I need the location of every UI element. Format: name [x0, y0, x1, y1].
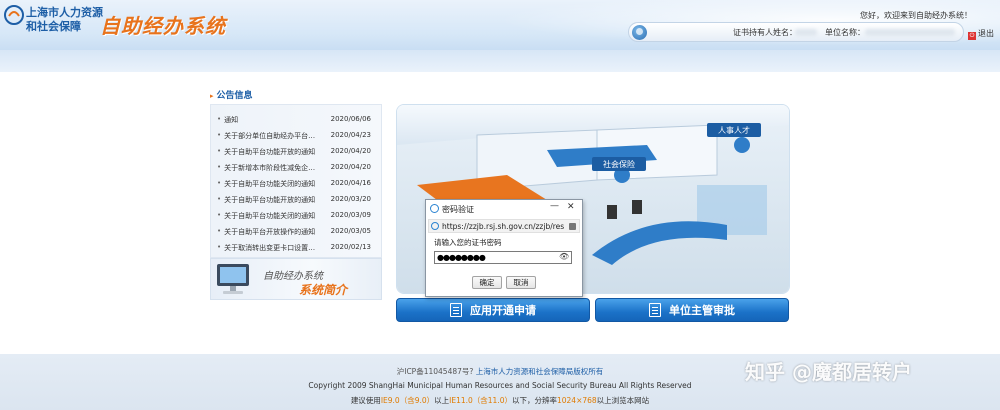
show-password-eye-icon[interactable]: 👁: [559, 252, 569, 261]
close-icon[interactable]: ✕: [567, 202, 575, 212]
notice-date: 2020/04/20: [330, 163, 371, 171]
minimize-icon[interactable]: —: [550, 201, 559, 211]
notice-item[interactable]: • 关于自助平台功能关闭的通知 2020/04/16: [217, 179, 379, 195]
user-icon: [632, 25, 647, 40]
notice-item[interactable]: • 关于自助平台功能关闭的通知 2020/03/09: [217, 211, 379, 227]
notice-date: 2020/04/23: [330, 131, 371, 139]
zhihu-watermark: 知乎 @魔都居转户: [745, 360, 912, 384]
icp-link[interactable]: 沪ICP备11045487号?: [397, 367, 474, 376]
logout-icon: ⏻: [968, 32, 976, 40]
notice-title: 关于自助平台功能关闭的通知: [224, 180, 316, 188]
notice-item[interactable]: • 关于自助平台开放操作的通知 2020/03/05: [217, 227, 379, 243]
document-icon: [450, 303, 462, 317]
password-verification-dialog: 密码验证 — ✕ https://zzjb.rsj.sh.gov.cn/zzjb…: [425, 199, 583, 297]
notice-title: 关于自助平台功能开放的通知: [224, 196, 316, 204]
bullet-icon: •: [217, 147, 222, 155]
dialog-title: 密码验证: [442, 205, 474, 214]
user-info-bar: 证书持有人姓名： 单位名称：: [628, 22, 964, 42]
notice-item[interactable]: • 关于自助平台功能开放的通知 2020/04/20: [217, 147, 379, 163]
notice-date: 2020/03/05: [330, 227, 371, 235]
welcome-text: 您好，欢迎来到自助经办系统！: [860, 11, 972, 20]
notice-item[interactable]: • 关于部分单位自助经办平台… 2020/04/23: [217, 131, 379, 147]
notice-item[interactable]: • 关于取消转出变更卡口设置… 2020/02/13: [217, 243, 379, 259]
bullet-icon: •: [217, 195, 222, 203]
advice-mid2: 以下，分辨率: [511, 396, 557, 405]
bullet-icon: •: [217, 179, 222, 187]
org-name-line1: 上海市人力资源: [26, 6, 103, 19]
bullet-icon: •: [217, 115, 222, 123]
document-icon: [649, 303, 661, 317]
notice-date: 2020/06/06: [330, 115, 371, 123]
browser-icon: [431, 222, 439, 230]
bullet-icon: •: [217, 131, 222, 139]
notice-date: 2020/02/13: [330, 243, 371, 251]
intro-line1: 自助经办系统: [263, 271, 323, 282]
notice-item[interactable]: • 通知 2020/06/06: [217, 115, 379, 131]
cancel-button[interactable]: 取消: [506, 276, 536, 289]
bureau-logo-icon: [4, 5, 24, 25]
ok-button[interactable]: 确定: [472, 276, 502, 289]
advice-ie11: IE11.0（含11.0）: [449, 396, 512, 405]
advice-ie9: IE9.0（含9.0）: [380, 396, 435, 405]
notice-heading: ▸ 公告信息: [210, 88, 253, 101]
advice-prefix: 建议使用: [350, 396, 381, 405]
bullet-icon: •: [217, 227, 222, 235]
advice-mid1: 以上: [434, 396, 450, 405]
dialog-title-bar[interactable]: 密码验证 — ✕: [426, 200, 582, 218]
dialog-url: https://zzjb.rsj.sh.gov.cn/zzjb/res: [442, 222, 565, 231]
certificate-password-field[interactable]: ●●●●●●●●: [434, 251, 572, 264]
monitor-icon: [217, 264, 249, 294]
header-bar: 上海市人力资源 和社会保障 自助经办系统 您好，欢迎来到自助经办系统！ 证书持有…: [0, 0, 1000, 50]
system-intro-banner[interactable]: 自助经办系统 系统简介: [210, 258, 382, 300]
advice-suffix: 以上浏览本网站: [596, 396, 650, 405]
notice-title: 关于新增本市阶段性减免企…: [224, 164, 316, 172]
notice-date: 2020/03/09: [330, 211, 371, 219]
copyright-owner: 上海市人力资源和社会保障局版权所有: [475, 367, 604, 376]
bullet-icon: •: [217, 243, 222, 251]
intro-line2: 系统简介: [299, 283, 348, 297]
bullet-icon: •: [217, 163, 222, 171]
unit-name-value-redacted: [865, 29, 955, 36]
advice-resolution: 1024×768: [556, 396, 597, 405]
unit-name-label: 单位名称：: [825, 28, 865, 37]
browser-icon: [430, 204, 439, 213]
notice-date: 2020/03/20: [330, 195, 371, 203]
notice-date: 2020/04/16: [330, 179, 371, 187]
notice-date: 2020/04/20: [330, 147, 371, 155]
logout-label: 退出: [978, 29, 994, 38]
notice-heading-label: 公告信息: [216, 91, 253, 101]
notice-list: • 通知 2020/06/06 • 关于部分单位自助经办平台… 2020/04/23 •…: [210, 104, 382, 258]
notice-title: 关于自助平台开放操作的通知: [224, 228, 316, 236]
apply-for-access-button[interactable]: 应用开通申请: [396, 298, 590, 322]
bullet-icon: •: [217, 211, 222, 219]
notice-item[interactable]: • 关于新增本市阶段性减免企… 2020/04/20: [217, 163, 379, 179]
notice-title: 关于部分单位自助经办平台…: [224, 132, 316, 140]
certificate-holder-value-redacted: [795, 29, 817, 36]
org-name: 上海市人力资源 和社会保障: [26, 6, 103, 34]
password-prompt: 请输入您的证书密码: [434, 238, 502, 247]
notice-item[interactable]: • 关于自助平台功能开放的通知 2020/03/20: [217, 195, 379, 211]
lock-icon: [569, 223, 576, 230]
dialog-address-bar: https://zzjb.rsj.sh.gov.cn/zzjb/res: [428, 219, 580, 233]
org-name-line2: 和社会保障: [26, 20, 81, 33]
bullet-arrow-icon: ▸: [210, 92, 214, 100]
notice-title: 通知: [224, 116, 239, 124]
certificate-holder-label: 证书持有人姓名：: [733, 28, 797, 37]
apply-label: 应用开通申请: [470, 304, 536, 317]
notice-title: 关于取消转出变更卡口设置…: [224, 244, 316, 252]
social-insurance-sign: 社会保险: [603, 159, 635, 169]
supervisor-approval-button[interactable]: 单位主管审批: [595, 298, 789, 322]
notice-title: 关于自助平台功能关闭的通知: [224, 212, 316, 220]
approve-label: 单位主管审批: [669, 304, 735, 317]
header-sub-bar: [0, 50, 1000, 72]
footer-browser-advice: 建议使用IE9.0（含9.0）以上IE11.0（含11.0）以下，分辨率1024…: [0, 395, 1000, 406]
notice-title: 关于自助平台功能开放的通知: [224, 148, 316, 156]
hr-talent-sign: 人事人才: [718, 125, 750, 135]
logout-button[interactable]: ⏻ 退出: [968, 28, 994, 40]
system-title: 自助经办系统: [100, 14, 226, 38]
